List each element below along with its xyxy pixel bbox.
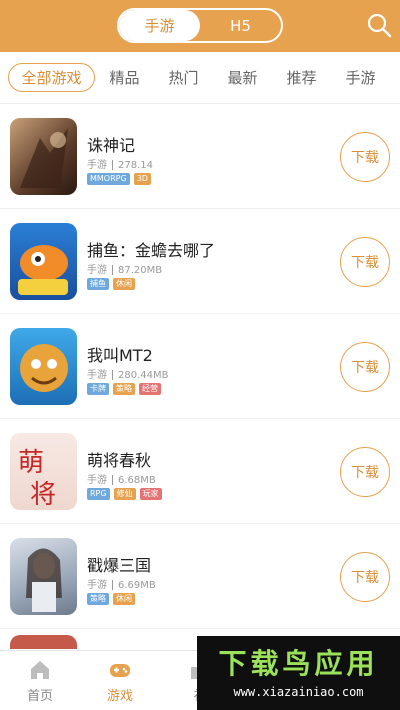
download-button[interactable]: 下载 xyxy=(340,132,390,182)
game-size: 87.20MB xyxy=(118,265,163,276)
download-button[interactable]: 下载 xyxy=(340,447,390,497)
game-tag: RPG xyxy=(87,488,110,500)
game-name[interactable]: 戳爆三国 xyxy=(87,552,151,576)
svg-text:将: 将 xyxy=(30,480,56,510)
game-size: 280.44MB xyxy=(118,370,169,381)
game-tag: 策略 xyxy=(87,593,109,605)
search-icon[interactable] xyxy=(366,12,392,38)
game-tags: 策略 休闲 xyxy=(87,593,135,605)
game-meta: 手游 6.68MB xyxy=(87,471,156,486)
game-tag: 玩家 xyxy=(139,488,162,500)
game-tag: 策略 xyxy=(113,383,135,395)
category-bar: 全部游戏 精品 热门 最新 推荐 手游 xyxy=(0,52,400,104)
category-recommended[interactable]: 推荐 xyxy=(272,63,331,92)
game-name[interactable]: 我叫MT2 xyxy=(87,342,153,366)
svg-text:萌: 萌 xyxy=(18,448,44,478)
list-item[interactable]: 萌将 萌将春秋 手游 6.68MB RPG 修仙 玩家 下载 xyxy=(0,419,400,524)
game-name[interactable]: 萌将春秋 xyxy=(87,447,151,471)
game-meta: 手游 87.20MB xyxy=(87,261,162,276)
game-type: 手游 xyxy=(87,160,107,171)
app-header: 手游 H5 xyxy=(0,0,400,52)
game-tag: 捕鱼 xyxy=(87,278,109,290)
game-type: 手游 xyxy=(87,370,107,381)
game-size: 278.14 xyxy=(118,160,153,171)
game-size: 6.69MB xyxy=(118,580,156,591)
game-size: 6.68MB xyxy=(118,475,156,486)
game-thumbnail[interactable]: 萌将 xyxy=(10,433,77,510)
tab-mobile-games[interactable]: 手游 xyxy=(119,10,200,41)
game-thumbnail[interactable] xyxy=(10,538,77,615)
watermark-url: www.xiazainiao.com xyxy=(233,685,364,699)
category-premium[interactable]: 精品 xyxy=(95,63,154,92)
gamepad-icon xyxy=(110,663,130,677)
category-all[interactable]: 全部游戏 xyxy=(8,63,95,92)
tab-h5-games[interactable]: H5 xyxy=(200,10,281,41)
category-hot[interactable]: 热门 xyxy=(154,63,213,92)
game-type: 手游 xyxy=(87,475,107,486)
download-button[interactable]: 下载 xyxy=(340,237,390,287)
tab-home-label: 首页 xyxy=(26,688,53,704)
game-thumbnail[interactable] xyxy=(10,223,77,300)
game-meta: 手游 280.44MB xyxy=(87,366,168,381)
game-thumbnail[interactable] xyxy=(10,635,77,649)
site-watermark: 下载鸟应用 www.xiazainiao.com xyxy=(197,636,400,710)
category-new[interactable]: 最新 xyxy=(213,63,272,92)
game-tag: MMORPG xyxy=(87,173,130,185)
game-tags: MMORPG 3D xyxy=(87,173,151,185)
game-name[interactable]: 诛神记 xyxy=(87,132,135,156)
tab-games-label: 游戏 xyxy=(106,688,133,704)
game-tags: 捕鱼 休闲 xyxy=(87,278,135,290)
download-button[interactable]: 下载 xyxy=(340,342,390,392)
platform-switch: 手游 H5 xyxy=(117,8,283,43)
game-list: 诛神记 手游 278.14 MMORPG 3D 下载 捕鱼：金蟾去哪了 手游 87.… xyxy=(0,104,400,649)
list-item[interactable]: 捕鱼：金蟾去哪了 手游 87.20MB 捕鱼 休闲 下载 xyxy=(0,209,400,314)
game-tags: 卡牌 策略 经营 xyxy=(87,383,161,395)
game-tag: 休闲 xyxy=(113,593,135,605)
game-meta: 手游 278.14 xyxy=(87,156,153,171)
game-thumbnail[interactable] xyxy=(10,118,77,195)
home-icon xyxy=(31,660,49,679)
tab-home[interactable]: 首页 xyxy=(0,651,80,710)
game-tags: RPG 修仙 玩家 xyxy=(87,488,162,500)
game-name[interactable]: 捕鱼：金蟾去哪了 xyxy=(87,237,215,261)
list-item[interactable]: 戳爆三国 手游 6.69MB 策略 休闲 下载 xyxy=(0,524,400,629)
list-item[interactable]: 诛神记 手游 278.14 MMORPG 3D 下载 xyxy=(0,104,400,209)
game-tag: 经营 xyxy=(139,383,161,395)
download-button[interactable]: 下载 xyxy=(340,552,390,602)
game-tag: 3D xyxy=(133,173,151,185)
category-mobile[interactable]: 手游 xyxy=(331,63,390,92)
list-item[interactable]: 我叫MT2 手游 280.44MB 卡牌 策略 经营 下载 xyxy=(0,314,400,419)
game-tag: 休闲 xyxy=(113,278,135,290)
game-type: 手游 xyxy=(87,580,107,591)
game-meta: 手游 6.69MB xyxy=(87,576,156,591)
tab-games[interactable]: 游戏 xyxy=(80,651,160,710)
game-tag: 修仙 xyxy=(113,488,136,500)
watermark-title: 下载鸟应用 xyxy=(218,647,379,680)
game-tag: 卡牌 xyxy=(87,383,109,395)
game-type: 手游 xyxy=(87,265,107,276)
game-thumbnail[interactable] xyxy=(10,328,77,405)
